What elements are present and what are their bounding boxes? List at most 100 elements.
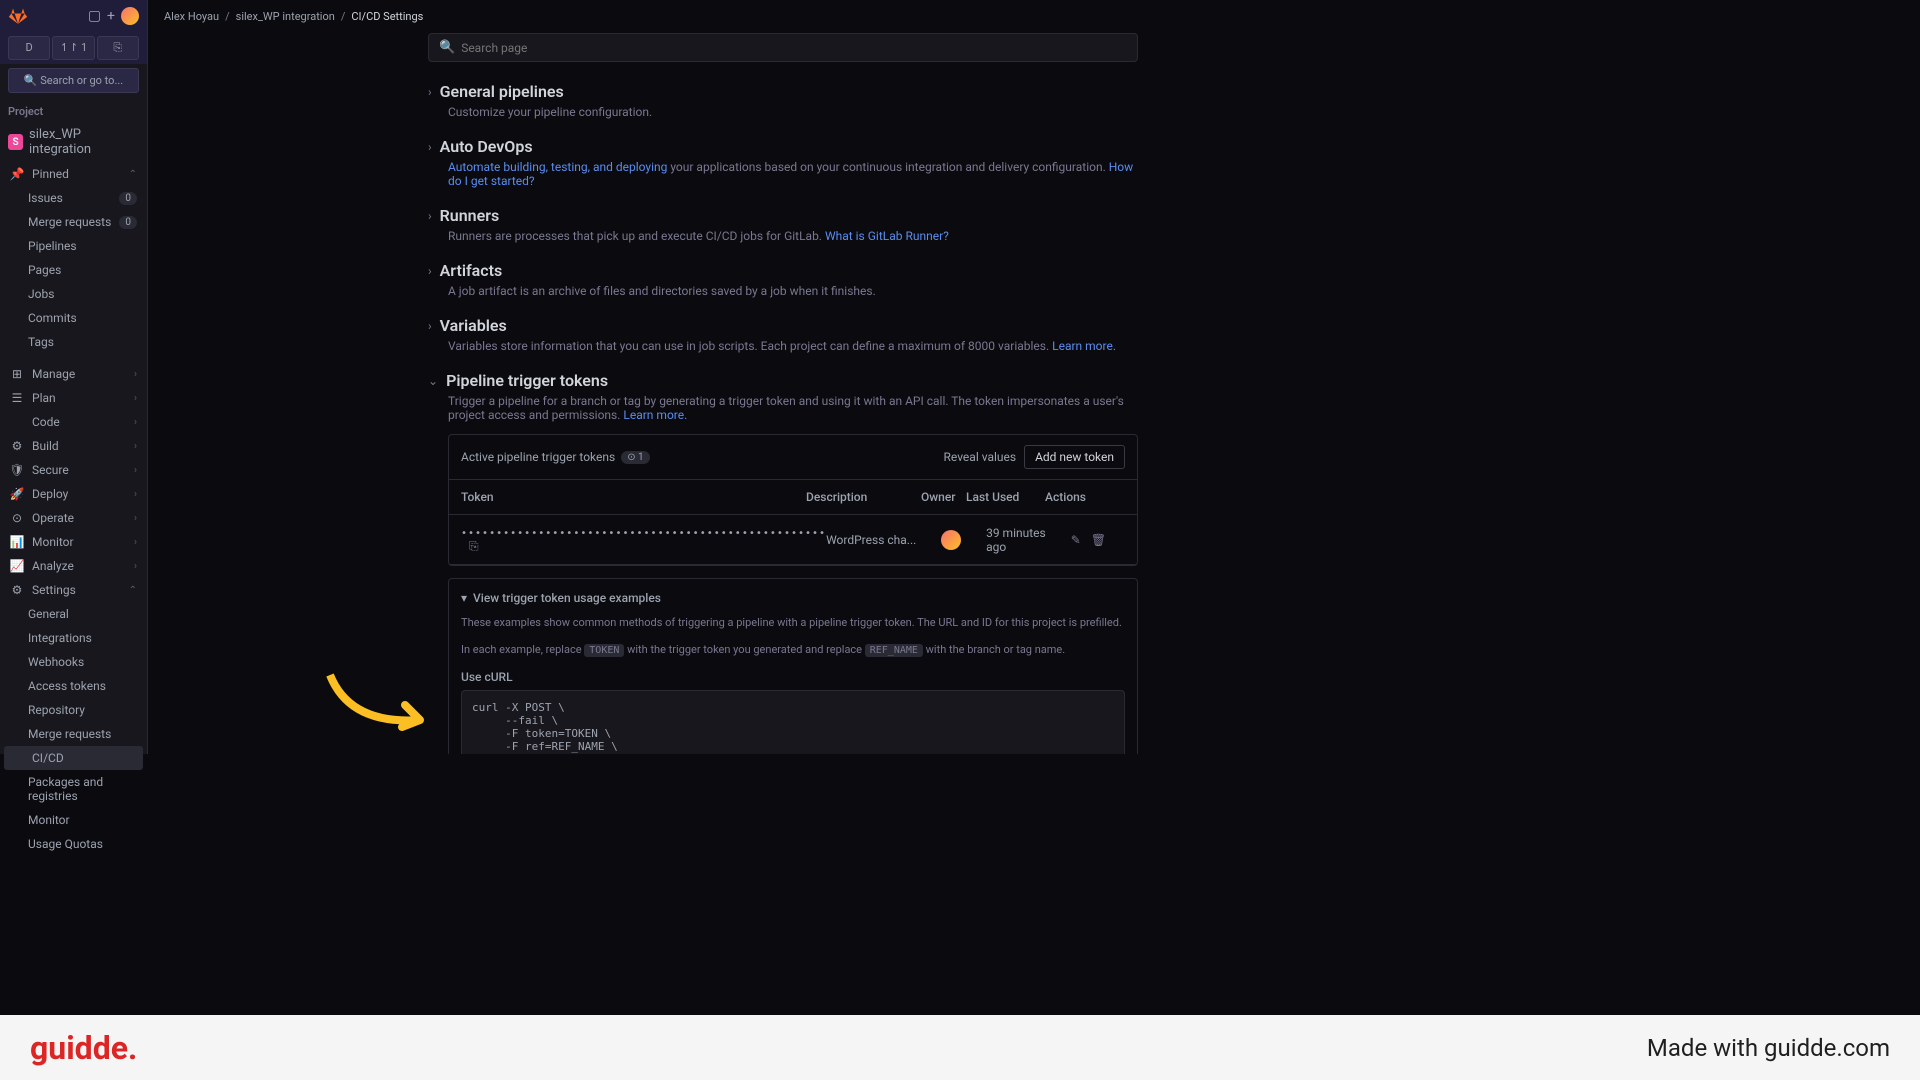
nav-item-plan[interactable]: ☰Plan› bbox=[0, 386, 147, 410]
nav-item-deploy[interactable]: 🚀Deploy› bbox=[0, 482, 147, 506]
col-desc: Description bbox=[806, 490, 921, 504]
nav-pinned[interactable]: 📌 Pinned ⌃ bbox=[0, 162, 147, 186]
settings-item[interactable]: Packages and registries bbox=[0, 770, 147, 808]
action-btn-1[interactable]: ↿↾ 1 bbox=[52, 36, 94, 60]
examples-desc-1: These examples show common methods of tr… bbox=[461, 615, 1125, 632]
learn-more-link[interactable]: Learn more. bbox=[623, 408, 687, 422]
chevron-right-icon: › bbox=[428, 209, 432, 223]
section-title: General pipelines bbox=[440, 82, 564, 101]
breadcrumb-project[interactable]: silex_WP integration bbox=[236, 10, 335, 23]
section-header[interactable]: ⌄ Pipeline trigger tokens bbox=[428, 371, 1138, 390]
pinned-item[interactable]: Merge requests0 bbox=[0, 210, 147, 234]
chevron-icon: ⌃ bbox=[129, 169, 137, 180]
nav-item-code[interactable]: Code› bbox=[0, 410, 147, 434]
section-desc: Customize your pipeline configuration. bbox=[448, 105, 1138, 119]
search-box[interactable]: 🔍 bbox=[428, 33, 1138, 62]
breadcrumb-user[interactable]: Alex Hoyau bbox=[164, 10, 219, 23]
section-header[interactable]: ›General pipelines bbox=[428, 82, 1138, 101]
settings-item[interactable]: Usage Quotas bbox=[0, 832, 147, 856]
settings-item[interactable]: Merge requests bbox=[0, 722, 147, 746]
token-value: ••••••••••••••••••••••••••••••••••••••••… bbox=[461, 528, 826, 539]
section: ›Auto DevOps Automate building, testing, … bbox=[428, 137, 1138, 188]
nav-settings[interactable]: ⚙ Settings ⌃ bbox=[0, 578, 147, 602]
section-title: Pipeline trigger tokens bbox=[446, 371, 608, 390]
settings-item[interactable]: CI/CD bbox=[4, 746, 143, 770]
panel-icon[interactable]: ▢ bbox=[88, 8, 101, 24]
section-title: Variables bbox=[440, 316, 507, 335]
section-trigger-tokens: ⌄ Pipeline trigger tokens Trigger a pipe… bbox=[428, 371, 1138, 754]
active-tokens-label: Active pipeline trigger tokens bbox=[461, 450, 615, 464]
action-btn-0[interactable]: D bbox=[8, 36, 50, 60]
curl-code[interactable]: curl -X POST \ --fail \ -F token=TOKEN \… bbox=[461, 690, 1125, 754]
examples-desc-2: In each example, replace TOKEN with the … bbox=[461, 642, 1125, 659]
triangle-down-icon: ▾ bbox=[461, 591, 467, 605]
pinned-item[interactable]: Issues0 bbox=[0, 186, 147, 210]
section-desc: Automate building, testing, and deployin… bbox=[448, 160, 1138, 188]
action-buttons: D ↿↾ 1 ⎘ bbox=[0, 32, 147, 64]
settings-item[interactable]: Repository bbox=[0, 698, 147, 722]
sidebar: ▢ + D ↿↾ 1 ⎘ 🔍 Search or go to... Projec… bbox=[0, 0, 148, 754]
pin-icon: 📌 bbox=[10, 167, 24, 181]
gear-icon: ⚙ bbox=[10, 583, 24, 597]
settings-item[interactable]: Integrations bbox=[0, 626, 147, 650]
section-title: Auto DevOps bbox=[440, 137, 533, 156]
plus-icon[interactable]: + bbox=[107, 8, 115, 24]
nav-item-secure[interactable]: 🛡Secure› bbox=[0, 458, 147, 482]
settings-label: Settings bbox=[32, 583, 76, 597]
pinned-item[interactable]: Pages bbox=[0, 258, 147, 282]
pinned-item[interactable]: Pipelines bbox=[0, 234, 147, 258]
nav-item-analyze[interactable]: 📈Analyze› bbox=[0, 554, 147, 578]
user-avatar[interactable] bbox=[121, 7, 139, 25]
chevron-right-icon: › bbox=[428, 264, 432, 278]
reveal-values-button[interactable]: Reveal values bbox=[944, 445, 1017, 469]
token-desc: WordPress cha... bbox=[826, 533, 941, 547]
search-icon: 🔍 bbox=[439, 40, 455, 55]
project-item[interactable]: S silex_WP integration bbox=[0, 122, 147, 162]
section-header[interactable]: ›Artifacts bbox=[428, 261, 1138, 280]
section: ›General pipelines Customize your pipelin… bbox=[428, 82, 1138, 119]
section-header[interactable]: ›Variables bbox=[428, 316, 1138, 335]
section: ›VariablesVariables store information th… bbox=[428, 316, 1138, 353]
settings-item[interactable]: General bbox=[0, 602, 147, 626]
col-last: Last Used bbox=[966, 490, 1036, 504]
section-desc: Runners are processes that pick up and e… bbox=[448, 229, 1138, 243]
edit-icon[interactable]: ✎ bbox=[1071, 533, 1081, 547]
curl-label: Use cURL bbox=[461, 670, 1125, 684]
chevron-down-icon: ⌄ bbox=[428, 374, 438, 388]
examples-box: ▾ View trigger token usage examples Thes… bbox=[448, 578, 1138, 754]
pinned-item[interactable]: Jobs bbox=[0, 282, 147, 306]
pinned-item[interactable]: Commits bbox=[0, 306, 147, 330]
copy-icon[interactable]: ⎘ bbox=[469, 539, 479, 553]
footer-text: Made with guidde.com bbox=[1647, 1034, 1890, 1062]
settings-item[interactable]: Webhooks bbox=[0, 650, 147, 674]
nav-icon: ☰ bbox=[10, 391, 24, 405]
footer: guidde. Made with guidde.com bbox=[0, 1015, 1920, 1080]
settings-item[interactable]: Access tokens bbox=[0, 674, 147, 698]
nav-item-build[interactable]: ⚙Build› bbox=[0, 434, 147, 458]
examples-toggle[interactable]: ▾ View trigger token usage examples bbox=[461, 591, 1125, 605]
nav-item-monitor[interactable]: 📊Monitor› bbox=[0, 530, 147, 554]
search-input[interactable] bbox=[461, 41, 1127, 55]
pinned-item[interactable]: Tags bbox=[0, 330, 147, 354]
nav-item-operate[interactable]: ⊙Operate› bbox=[0, 506, 147, 530]
project-label: Project bbox=[0, 97, 147, 122]
owner-avatar[interactable] bbox=[941, 530, 961, 550]
settings-item[interactable]: Monitor bbox=[0, 808, 147, 832]
section-header[interactable]: ›Auto DevOps bbox=[428, 137, 1138, 156]
nav-item-manage[interactable]: ⊞Manage› bbox=[0, 362, 147, 386]
nav-icon bbox=[10, 415, 24, 429]
main-content: Alex Hoyau/ silex_WP integration/ CI/CD … bbox=[148, 0, 1456, 754]
delete-icon[interactable]: 🗑 bbox=[1091, 533, 1106, 547]
nav-icon: 🛡 bbox=[10, 463, 24, 477]
gitlab-logo[interactable] bbox=[8, 6, 28, 26]
sidebar-top: ▢ + bbox=[0, 0, 147, 32]
action-btn-2[interactable]: ⎘ bbox=[97, 36, 139, 60]
nav-icon: 📊 bbox=[10, 535, 24, 549]
section-desc: A job artifact is an archive of files an… bbox=[448, 284, 1138, 298]
section-header[interactable]: ›Runners bbox=[428, 206, 1138, 225]
project-name: silex_WP integration bbox=[29, 127, 139, 157]
add-token-button[interactable]: Add new token bbox=[1024, 445, 1125, 469]
pinned-label: Pinned bbox=[32, 167, 69, 181]
breadcrumb-page: CI/CD Settings bbox=[351, 10, 423, 23]
search-goto-button[interactable]: 🔍 Search or go to... bbox=[8, 68, 139, 93]
